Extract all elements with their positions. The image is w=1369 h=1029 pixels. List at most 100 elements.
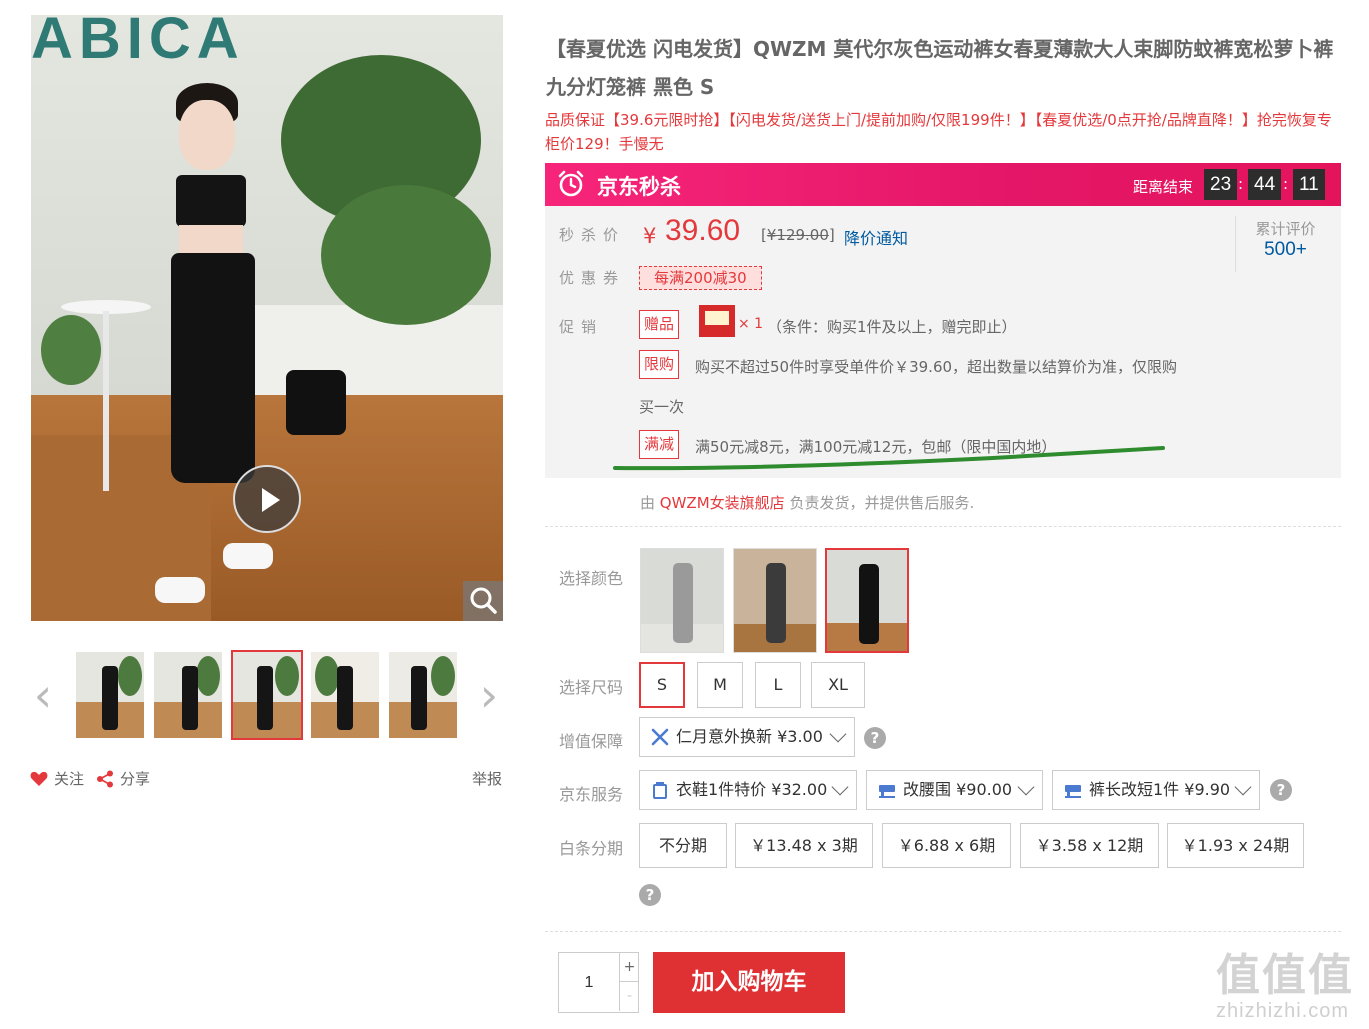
seckill-label: 京东秒杀 [597,175,681,199]
thumb-prev-button[interactable]: ‹ [28,672,58,722]
guarantee-label: 增值保障 [559,732,624,751]
service-value: 改腰围 ¥90.00 [903,780,1013,799]
thumbnail[interactable] [389,652,457,738]
shop-link[interactable]: QWZM女装旗舰店 [660,494,785,512]
follow-label: 关注 [54,770,85,788]
follow-button[interactable]: 关注 [30,768,84,789]
heart-icon [30,771,48,786]
quantity-input[interactable] [559,953,619,1012]
share-label: 分享 [120,770,151,788]
model-pants [171,253,255,483]
help-icon[interactable]: ? [1270,779,1292,801]
countdown-separator: : [1238,175,1244,193]
color-option-dark-grey[interactable] [733,548,817,653]
coupon-label: 优惠券 [559,269,626,287]
clothing-bag-icon [653,782,667,799]
service-value: 裤长改短1件 ¥9.90 [1089,780,1231,799]
service-select-hem[interactable]: 裤长改短1件 ¥9.90 [1052,770,1260,810]
countdown-minutes: 44 [1248,169,1282,200]
sewing-machine-icon [879,785,895,798]
installment-option[interactable]: ￥1.93 x 24期 [1167,823,1304,868]
chevron-down-icon [831,778,849,796]
zoom-button[interactable] [463,581,503,621]
original-price: [¥129.00] [761,226,835,244]
site-watermark: 值值值 zhizhizhi.com [1216,950,1362,1023]
installment-option[interactable]: ￥3.58 x 12期 [1020,823,1159,868]
gift-thumbnail[interactable] [699,305,735,337]
price-drop-notice-link[interactable]: 降价通知 [844,225,908,249]
shop-line: 由 QWZM女装旗舰店 负责发货，并提供售后服务. [640,494,975,512]
service-select-waist[interactable]: 改腰围 ¥90.00 [866,770,1043,810]
installment-option[interactable]: ￥6.88 x 6期 [882,823,1011,868]
photo-table-leg [103,311,109,491]
installment-option[interactable]: ￥13.48 x 3期 [735,823,873,868]
installment-option[interactable]: 不分期 [639,823,727,868]
help-icon[interactable]: ? [639,884,661,906]
coupon-tag[interactable]: 每满200减30 [639,266,762,290]
service-value: 衣鞋1件特价 ¥32.00 [676,780,828,799]
color-label: 选择颜色 [559,569,624,588]
watermark-logo-text: 值值值 [1216,950,1354,1001]
play-video-button[interactable] [233,465,301,533]
guarantee-select[interactable]: 仁月意外换新 ¥3.00 [639,717,855,757]
countdown-label: 距离结束 [1133,178,1194,196]
model-top [176,175,246,227]
hand-drawn-underline [613,446,1165,471]
quantity-decrease-button[interactable]: - [619,982,639,1011]
price-value: 39.60 [665,214,741,247]
thumb-next-button[interactable]: › [474,672,504,722]
price-currency: ¥ [643,224,657,248]
magnifier-icon [470,587,497,614]
model-shoe [223,543,273,569]
chevron-down-icon [1017,778,1035,796]
watermark-url: zhizhizhi.com [1216,1000,1350,1022]
report-link[interactable]: 举报 [472,768,502,789]
color-option-grey[interactable] [640,548,724,653]
review-summary[interactable]: 累计评价 500+ [1235,216,1335,272]
limit-tag: 限购 [639,350,680,379]
thumbnail[interactable] [76,652,144,738]
thumbnail[interactable] [311,652,379,738]
price-label: 秒杀价 [559,226,626,244]
share-icon [97,770,113,787]
countdown-separator: : [1283,175,1289,193]
installment-label: 白条分期 [559,839,624,858]
sewing-machine-icon [1065,785,1081,798]
service-select-clothing[interactable]: 衣鞋1件特价 ¥32.00 [639,770,857,810]
size-option-s[interactable]: S [639,662,685,708]
review-count: 500+ [1264,239,1307,260]
seckill-bar: 京东秒杀 距离结束 23 : 44 : 11 [545,163,1341,206]
size-label: 选择尺码 [559,678,624,697]
size-option-xl[interactable]: XL [811,662,865,708]
thumbnail-active[interactable] [231,650,303,740]
color-option-black[interactable] [825,548,909,653]
thumbnail[interactable] [154,652,222,738]
gift-quantity: × 1 [738,316,764,332]
size-option-l[interactable]: L [755,662,801,708]
model-waist [179,225,243,255]
review-label: 累计评价 [1255,220,1316,238]
size-option-m[interactable]: M [697,662,743,708]
promotion-label: 促销 [559,318,604,336]
model-bag [286,370,346,435]
countdown-seconds: 11 [1293,169,1325,200]
tools-icon [651,728,669,746]
photo-plant [321,185,491,325]
chevron-down-icon [829,725,847,743]
model-head [179,100,235,170]
main-product-image[interactable]: ABICA [31,15,503,621]
divider [545,526,1341,527]
quantity-increase-button[interactable]: + [619,953,639,982]
add-to-cart-button[interactable]: 加入购物车 [653,952,845,1013]
service-label: 京东服务 [559,785,624,804]
chevron-down-icon [1234,778,1252,796]
help-icon[interactable]: ? [864,727,886,749]
gift-condition: （条件：购买1件及以上，赠完即止） [767,318,1017,336]
limit-text-continued: 买一次 [639,398,685,416]
price-panel: 秒杀价 ¥ 39.60 [¥129.00] 降价通知 累计评价 500+ 优惠券… [545,206,1341,478]
countdown-hours: 23 [1204,169,1238,200]
share-button[interactable]: 分享 [96,768,150,789]
model-shoe [155,577,205,603]
guarantee-value: 仁月意外换新 ¥3.00 [676,727,823,746]
quantity-stepper: + - [558,952,639,1013]
